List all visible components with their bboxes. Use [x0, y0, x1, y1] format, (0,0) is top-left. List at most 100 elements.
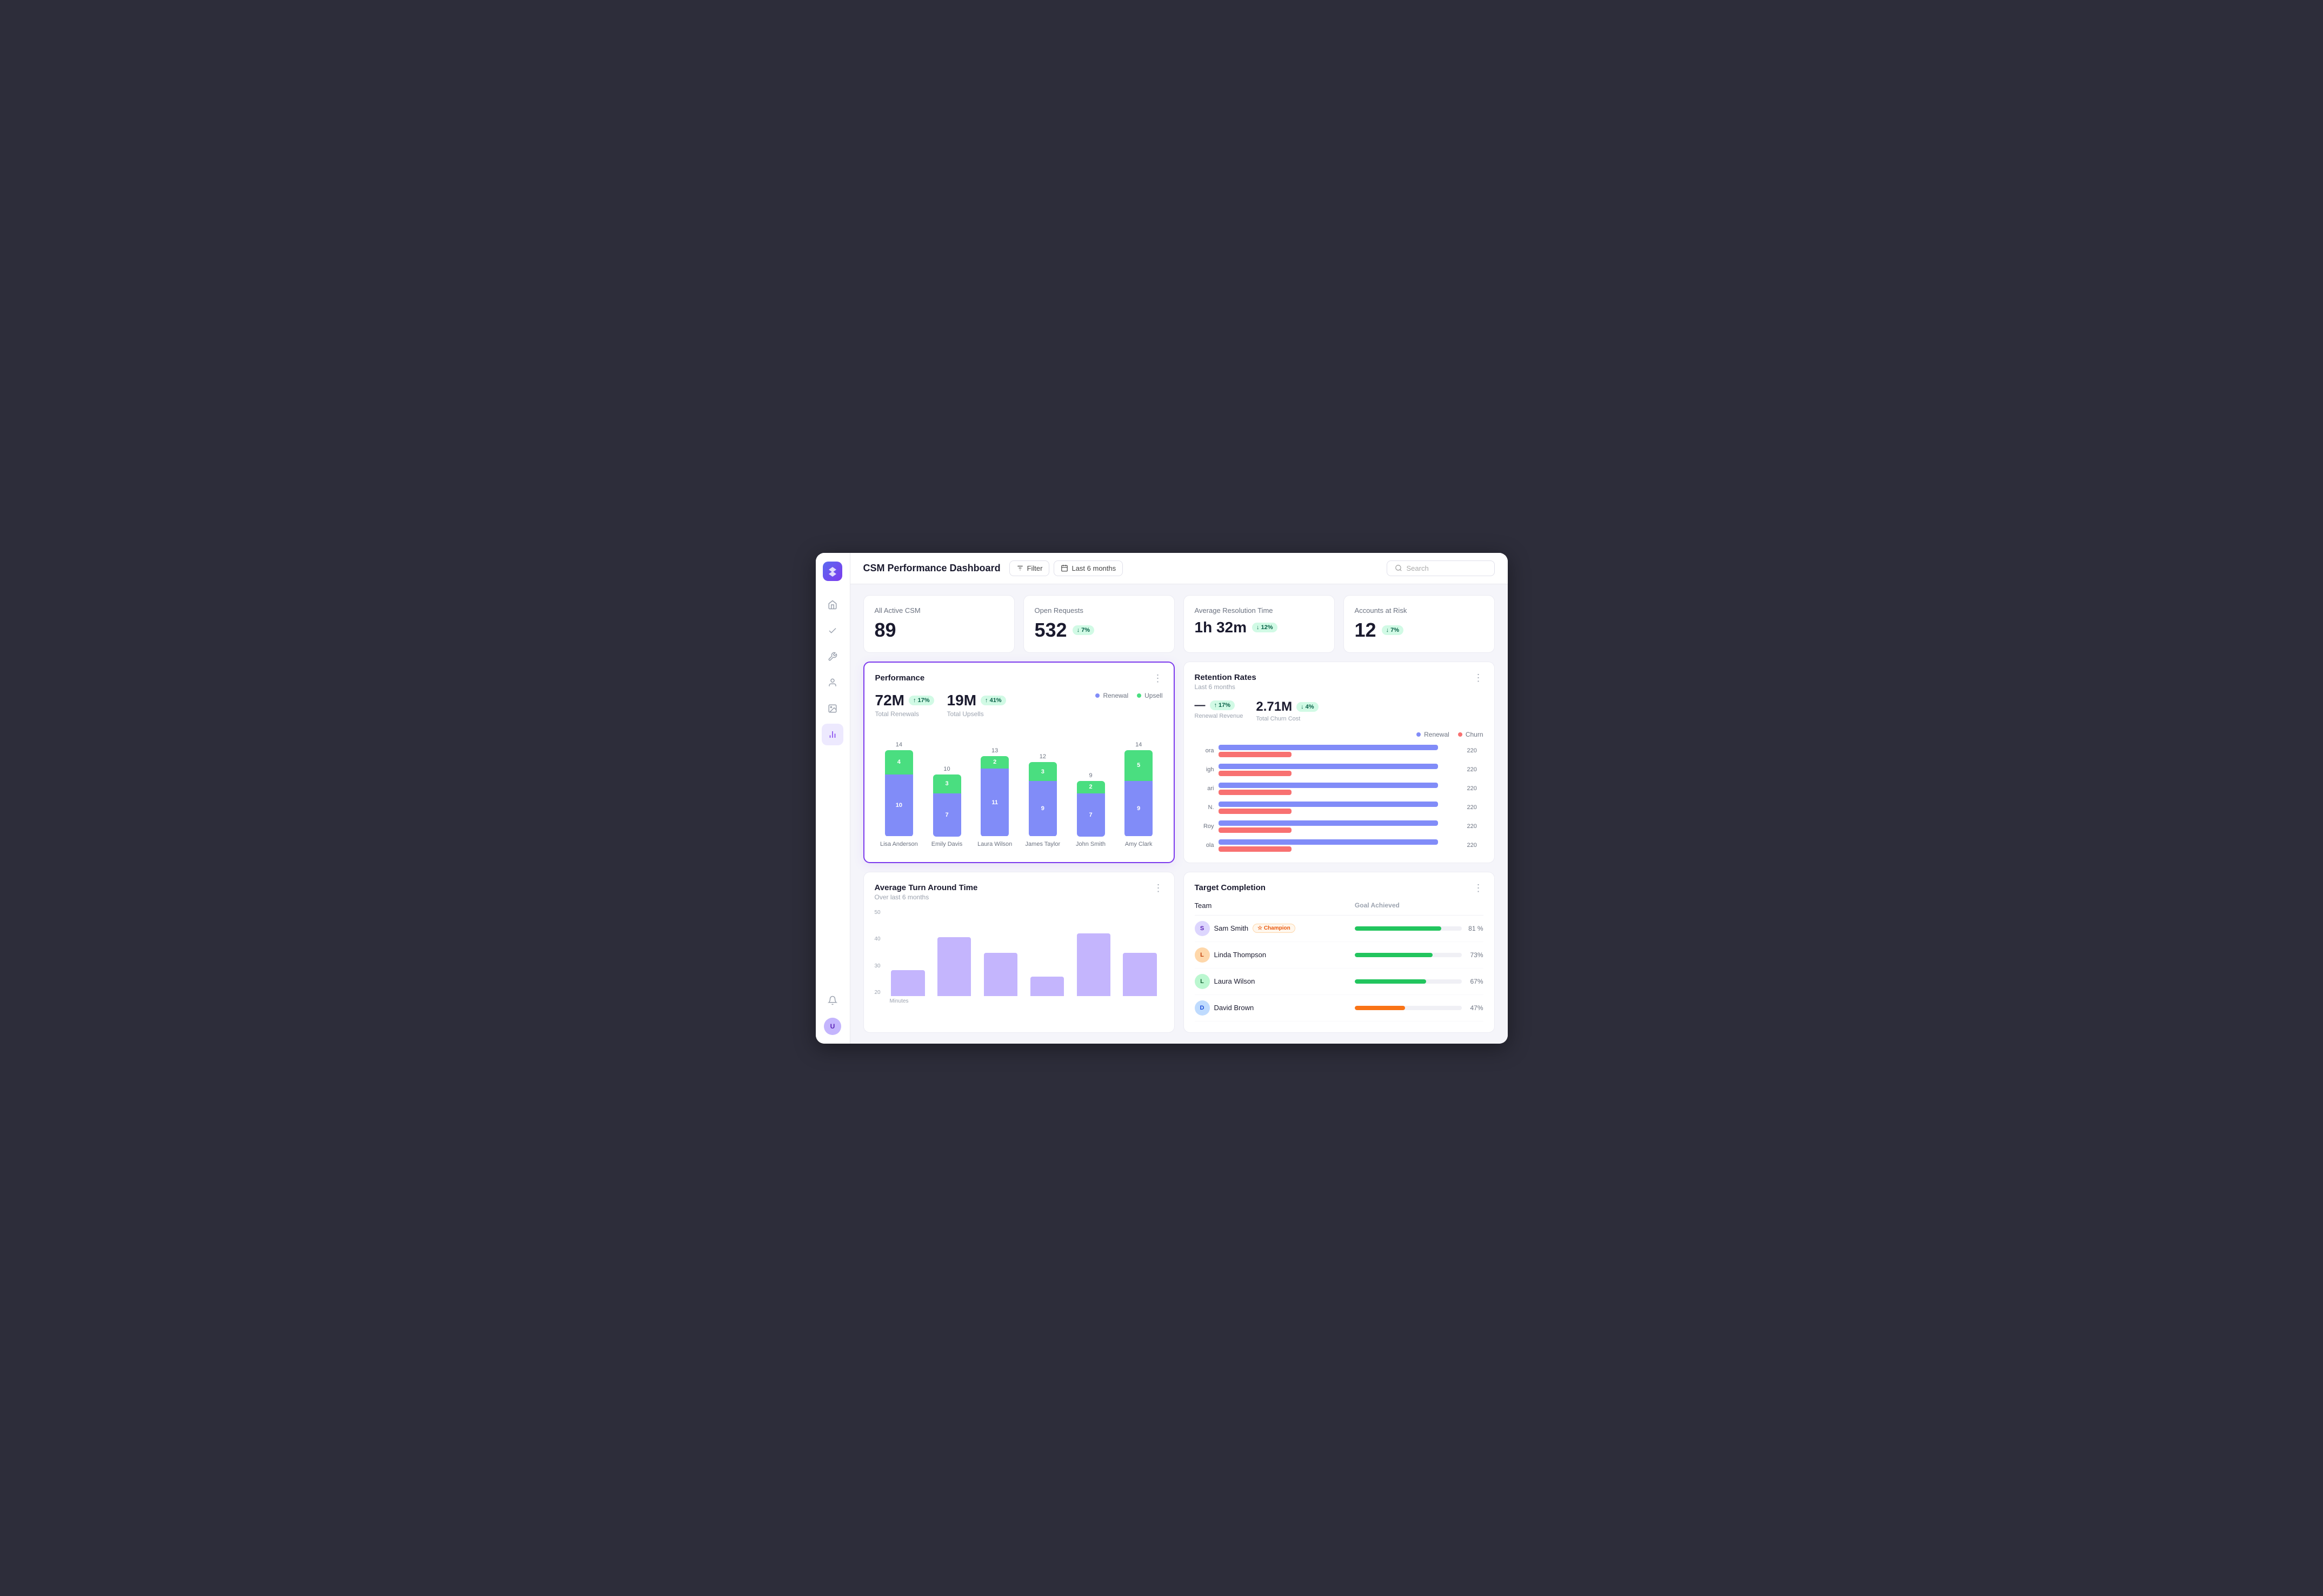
- legend-renewal-rates: Renewal: [1416, 731, 1449, 738]
- turnaround-menu[interactable]: ⋮: [1154, 883, 1163, 893]
- total-renewals-label: Total Renewals: [875, 710, 934, 718]
- target-pct: 47%: [1462, 1004, 1483, 1012]
- stat-value-3: 12 ↓ 7%: [1355, 619, 1483, 642]
- ta-bar-group: [980, 910, 1022, 996]
- sidebar-item-check[interactable]: [822, 620, 843, 642]
- turnaround-title: Average Turn Around Time: [875, 883, 978, 892]
- renewal-revenue-badge: ↑ 17%: [1210, 700, 1235, 710]
- stat-card-0: All Active CSM 89: [863, 595, 1015, 653]
- team-avatar: D: [1195, 1000, 1210, 1016]
- progress-fill: [1355, 979, 1426, 984]
- champion-badge: ☆ Champion: [1253, 924, 1295, 933]
- target-row: D David Brown 47%: [1195, 995, 1483, 1021]
- stat-value-0: 89: [875, 619, 1003, 642]
- bottom-row: Average Turn Around Time Over last 6 mon…: [863, 872, 1495, 1033]
- sidebar-item-users[interactable]: [822, 672, 843, 693]
- renewal-revenue-label: Renewal Revenue: [1195, 713, 1243, 719]
- target-rows: SSam Smith☆ Champion81 %LLinda Thompson7…: [1195, 916, 1483, 1021]
- stat-label-0: All Active CSM: [875, 606, 1003, 615]
- filter-label: Filter: [1027, 564, 1043, 572]
- turnaround-subtitle: Over last 6 months: [875, 893, 978, 901]
- stat-value-1: 532 ↓ 7%: [1035, 619, 1163, 642]
- churn-cost-label: Total Churn Cost: [1256, 716, 1318, 722]
- team-name: Laura Wilson: [1214, 977, 1255, 985]
- target-row: LLinda Thompson73%: [1195, 942, 1483, 969]
- target-title: Target Completion: [1195, 883, 1266, 892]
- horiz-bar-row: ari220: [1195, 783, 1483, 795]
- legend-renewal: Renewal: [1095, 692, 1128, 699]
- target-table: Team Goal Achieved SSam Smith☆ Champion8…: [1195, 901, 1483, 1021]
- horiz-bar-row: ora220: [1195, 745, 1483, 757]
- renewals-badge: ↑ 17%: [909, 696, 934, 705]
- ta-bar-group: [1073, 910, 1115, 996]
- perf-bar-group: 1459Amy Clark: [1119, 729, 1159, 847]
- user-avatar[interactable]: U: [824, 1018, 841, 1035]
- renewal-revenue-value: — ↑ 17%: [1195, 699, 1243, 712]
- turnaround-chart-wrapper: 50 40 30 20: [875, 910, 1163, 996]
- horiz-bar-row: igh220: [1195, 764, 1483, 776]
- sidebar-item-charts[interactable]: [822, 724, 843, 745]
- legend-upsell: Upsell: [1137, 692, 1162, 699]
- ta-bar-group: [1026, 910, 1068, 996]
- team-name: Sam Smith: [1214, 924, 1249, 932]
- performance-card: Performance ⋮ 72M ↑ 17% Total Renewals: [863, 662, 1175, 863]
- rates-card: Retention Rates Last 6 months ⋮ — ↑ 17% …: [1183, 662, 1495, 863]
- stat-cards-row: All Active CSM 89 Open Requests 532 ↓ 7%…: [863, 595, 1495, 653]
- progress-fill: [1355, 953, 1433, 957]
- upsells-badge: ↑ 41%: [981, 696, 1006, 705]
- stat-badge-1: ↓ 7%: [1073, 625, 1094, 635]
- rates-subtitle: Last 6 months: [1195, 683, 1256, 691]
- sidebar-item-home[interactable]: [822, 594, 843, 616]
- ta-bar-group: [1119, 910, 1161, 996]
- perf-bar-group: 927John Smith: [1071, 729, 1110, 847]
- middle-row: Performance ⋮ 72M ↑ 17% Total Renewals: [863, 662, 1495, 863]
- app-logo[interactable]: [823, 562, 842, 581]
- team-name: David Brown: [1214, 1004, 1254, 1012]
- perf-bar-chart: 14410Lisa Anderson1037Emily Davis13211La…: [875, 729, 1163, 847]
- stat-badge-3: ↓ 7%: [1382, 625, 1403, 635]
- dashboard-body: All Active CSM 89 Open Requests 532 ↓ 7%…: [850, 584, 1508, 1044]
- stat-card-2: Average Resolution Time 1h 32m ↓ 12%: [1183, 595, 1335, 653]
- ta-bar-group: [933, 910, 975, 996]
- target-completion-card: Target Completion ⋮ Team Goal Achieved S…: [1183, 872, 1495, 1033]
- team-avatar: L: [1195, 974, 1210, 989]
- target-pct: 81 %: [1462, 925, 1483, 932]
- target-row: SSam Smith☆ Champion81 %: [1195, 916, 1483, 942]
- target-menu[interactable]: ⋮: [1474, 883, 1483, 893]
- header: CSM Performance Dashboard Filter Last 6 …: [850, 553, 1508, 584]
- target-row: LLaura Wilson67%: [1195, 969, 1483, 995]
- stat-label-3: Accounts at Risk: [1355, 606, 1483, 615]
- notifications-icon[interactable]: [822, 990, 843, 1011]
- filter-button[interactable]: Filter: [1009, 560, 1050, 576]
- stat-badge-2: ↓ 12%: [1252, 623, 1277, 632]
- date-range-label: Last 6 months: [1071, 564, 1116, 572]
- team-name: Linda Thompson: [1214, 951, 1267, 959]
- page-title: CSM Performance Dashboard: [863, 563, 1001, 574]
- stat-card-3: Accounts at Risk 12 ↓ 7%: [1343, 595, 1495, 653]
- horiz-bar-row: ola220: [1195, 839, 1483, 852]
- stat-label-2: Average Resolution Time: [1195, 606, 1323, 615]
- performance-title: Performance: [875, 673, 925, 683]
- search-box[interactable]: Search: [1387, 560, 1495, 576]
- sidebar-item-gallery[interactable]: [822, 698, 843, 719]
- total-upsells-label: Total Upsells: [947, 710, 1006, 718]
- target-table-header: Team Goal Achieved: [1195, 901, 1483, 916]
- perf-metrics: 72M ↑ 17% Total Renewals 19M ↑ 41% Total…: [875, 692, 1163, 718]
- perf-bar-group: 13211Laura Wilson: [975, 729, 1015, 847]
- performance-menu[interactable]: ⋮: [1153, 673, 1163, 683]
- legend-churn-rates: Churn: [1458, 731, 1483, 738]
- date-range-button[interactable]: Last 6 months: [1054, 560, 1123, 576]
- progress-fill: [1355, 926, 1441, 931]
- churn-cost-value: 2.71M ↓ 4%: [1256, 699, 1318, 714]
- progress-fill: [1355, 1006, 1405, 1010]
- main-content: CSM Performance Dashboard Filter Last 6 …: [850, 553, 1508, 1044]
- sidebar-item-tools[interactable]: [822, 646, 843, 667]
- ta-bar-group: [887, 910, 929, 996]
- rates-stats: — ↑ 17% Renewal Revenue 2.71M ↓ 4% Total…: [1195, 699, 1483, 722]
- total-upsells-value: 19M ↑ 41%: [947, 692, 1006, 709]
- horiz-bar-row: Roy220: [1195, 820, 1483, 833]
- perf-legend: Renewal Upsell: [1095, 692, 1162, 699]
- horiz-legend: Renewal Churn: [1195, 731, 1483, 738]
- stat-label-1: Open Requests: [1035, 606, 1163, 615]
- rates-menu[interactable]: ⋮: [1474, 673, 1483, 683]
